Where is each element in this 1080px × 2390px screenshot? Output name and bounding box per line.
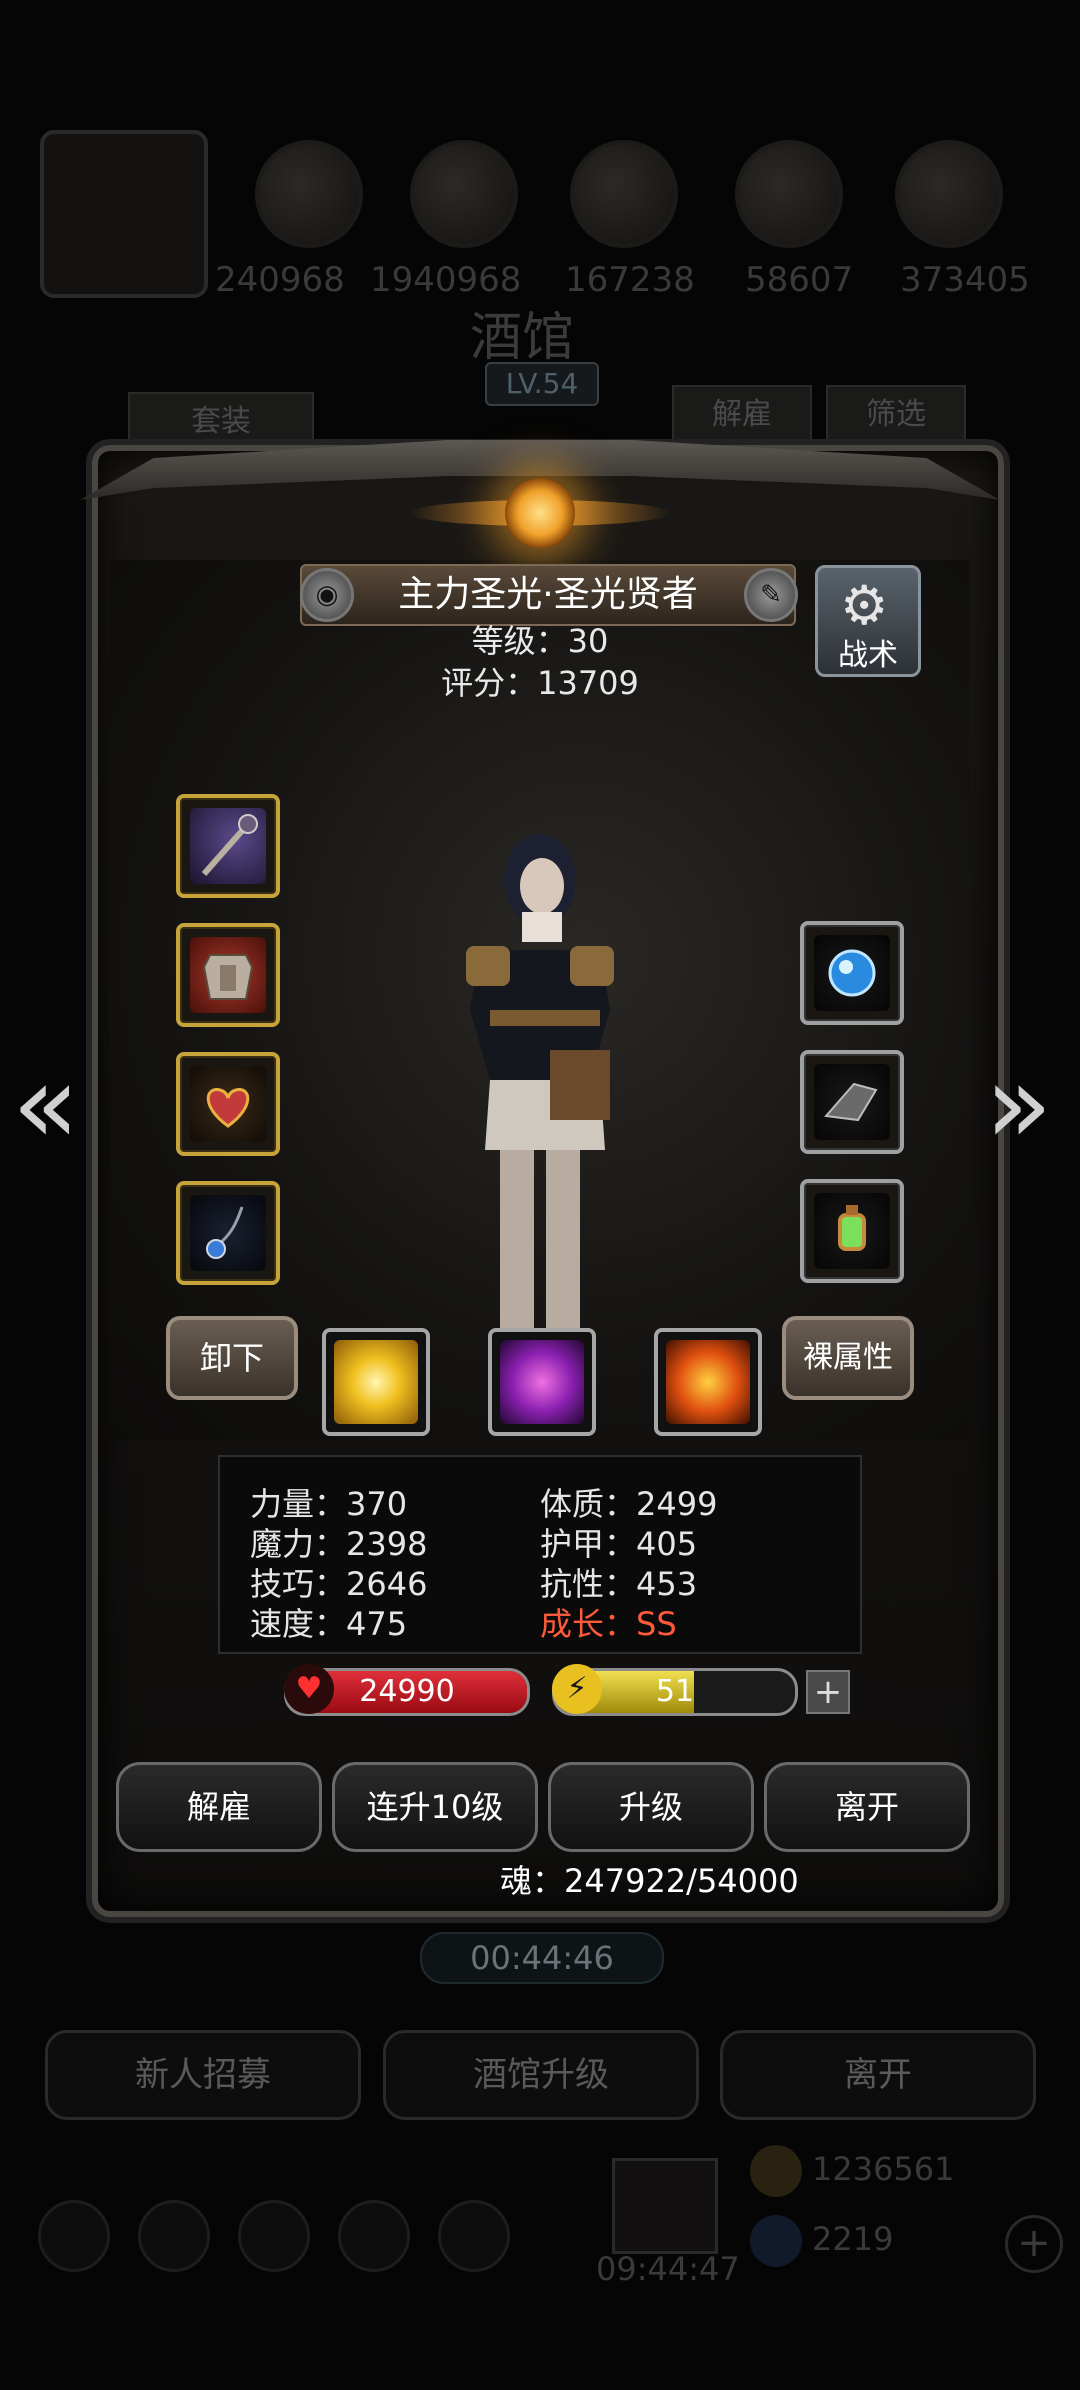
level-up-10-button[interactable]: 连升10级 [332, 1762, 538, 1852]
tactic-label: 战术 [838, 638, 898, 673]
weapon-slot[interactable] [176, 794, 280, 898]
hero-level: 等级：30 [471, 622, 609, 660]
bg-resource-value: 58607 [745, 260, 854, 300]
bg-chest-icon [612, 2158, 718, 2254]
gauntlet-icon [814, 1064, 890, 1140]
lantern-slot[interactable] [800, 1179, 904, 1283]
unequip-button[interactable]: 卸下 [166, 1316, 298, 1400]
bg-leave-button: 离开 [720, 2030, 1036, 2120]
class-emblem-icon [505, 478, 575, 548]
bg-resource-value: 240968 [215, 260, 345, 300]
amulet-slot[interactable] [176, 1181, 280, 1285]
tactic-button[interactable]: ⚙ 战术 [815, 565, 921, 677]
level-up-button[interactable]: 升级 [548, 1762, 754, 1852]
next-hero-arrow[interactable]: » [985, 1040, 1052, 1168]
bg-add-icon: + [1005, 2215, 1063, 2273]
bg-menu-icon [38, 2200, 110, 2272]
music-note-skill-icon [500, 1340, 584, 1424]
soul-count: 魂：247922/54000 [500, 1862, 799, 1900]
bg-resource-icon [410, 140, 518, 248]
bg-menu-icon [338, 2200, 410, 2272]
bg-dismiss-button: 解雇 [672, 385, 812, 445]
bg-menu-icon [138, 2200, 210, 2272]
gem-icon [750, 2215, 802, 2267]
bg-resource-value: 167238 [565, 260, 695, 300]
add-energy-button[interactable]: + [806, 1670, 850, 1714]
bg-resource-icon [255, 140, 363, 248]
bg-timer: 00:44:46 [420, 1932, 664, 1984]
leave-button[interactable]: 离开 [764, 1762, 970, 1852]
lightning-icon: ⚡ [552, 1664, 602, 1714]
bg-resource-icon [570, 140, 678, 248]
lantern-icon [814, 1193, 890, 1269]
bg-avatar-frame [40, 130, 208, 298]
badge-icon[interactable]: ◉ [300, 568, 354, 622]
bg-resource-icon [735, 140, 843, 248]
hero-score: 评分：13709 [441, 664, 639, 702]
heart-necklace-icon [190, 1066, 266, 1142]
gear-icon: ⚙ [840, 574, 889, 637]
tavern-upgrade-button: 酒馆升级 [383, 2030, 699, 2120]
bg-menu-icon [438, 2200, 510, 2272]
bg-resource-value: 373405 [900, 260, 1030, 300]
holy-light-skill-icon [334, 1340, 418, 1424]
gem-value: 2219 [812, 2220, 894, 2258]
orb-slot[interactable] [800, 921, 904, 1025]
necklace-slot[interactable] [176, 1052, 280, 1156]
stat-speed: 速度：475 [250, 1605, 408, 1643]
skill-slot[interactable] [488, 1328, 596, 1436]
dismiss-button[interactable]: 解雇 [116, 1762, 322, 1852]
bg-filter-button: 筛选 [826, 385, 966, 445]
armor-icon [190, 937, 266, 1013]
fire-shield-skill-icon [666, 1340, 750, 1424]
recruit-button: 新人招募 [45, 2030, 361, 2120]
heart-icon: ♥ [284, 1664, 334, 1714]
staff-icon [190, 808, 266, 884]
previous-hero-arrow[interactable]: « [12, 1040, 79, 1168]
tavern-level-badge: LV.54 [485, 362, 599, 406]
tavern-title: 酒馆 [470, 308, 575, 368]
clock: 09:44:47 [596, 2250, 740, 2288]
amulet-icon [190, 1195, 266, 1271]
gold-coin-icon [750, 2145, 802, 2197]
raw-attributes-button[interactable]: 裸属性 [782, 1316, 914, 1400]
armor-slot[interactable] [176, 923, 280, 1027]
bg-menu-icon [238, 2200, 310, 2272]
stats-panel: 力量：370 魔力：2398 技巧：2646 速度：475 体质：2499 护甲… [218, 1455, 862, 1654]
gold-value: 1236561 [812, 2150, 955, 2188]
skill-slot[interactable] [322, 1328, 430, 1436]
edit-name-icon[interactable]: ✎ [744, 568, 798, 622]
skill-slot[interactable] [654, 1328, 762, 1436]
stat-growth: 成长：SS [540, 1605, 677, 1643]
bg-set-button: 套装 [128, 392, 314, 452]
bg-resource-value: 1940968 [370, 260, 522, 300]
orb-icon [814, 935, 890, 1011]
gauntlet-slot[interactable] [800, 1050, 904, 1154]
bg-resource-icon [895, 140, 1003, 248]
